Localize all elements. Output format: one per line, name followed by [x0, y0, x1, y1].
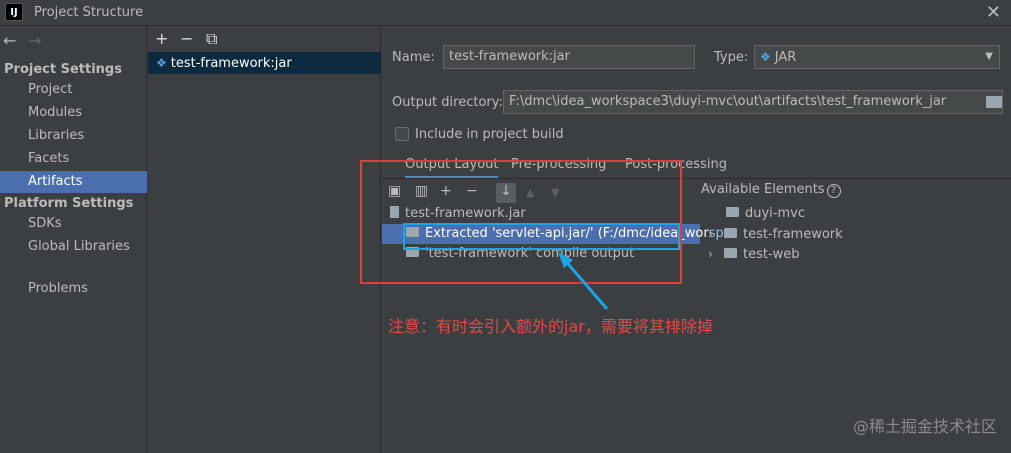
annotation-arrow — [558, 252, 609, 310]
annotation-note: 注意：有时会引入额外的jar，需要将其排除掉 — [388, 317, 713, 336]
watermark: @稀土掘金技术社区 — [852, 417, 997, 436]
